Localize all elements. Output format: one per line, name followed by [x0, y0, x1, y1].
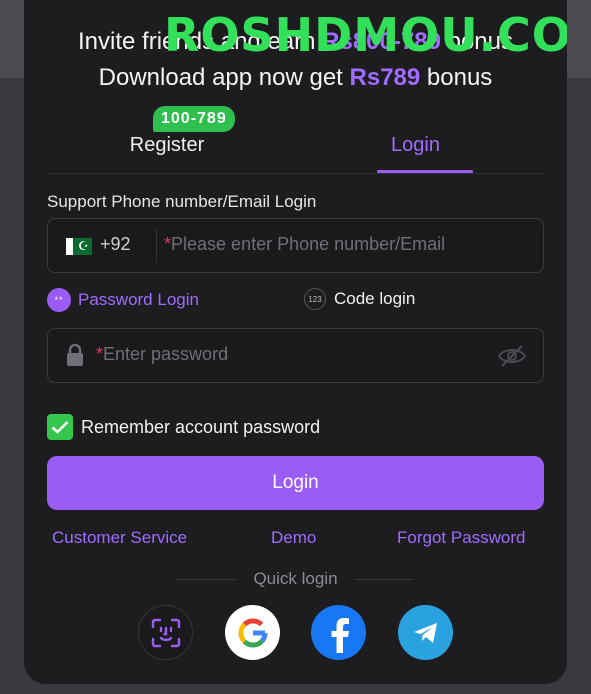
- tab-login-label: Login: [391, 133, 440, 156]
- code-mode-icon: 123: [304, 288, 326, 310]
- check-icon: [51, 421, 69, 434]
- pakistan-flag-icon: ☪: [66, 238, 92, 255]
- password-login-option[interactable]: ** Password Login: [47, 288, 199, 312]
- quick-login-divider: Quick login: [24, 569, 567, 589]
- forgot-password-link[interactable]: Forgot Password: [397, 528, 526, 548]
- tab-login[interactable]: Login: [287, 116, 544, 174]
- remember-password-row[interactable]: Remember account password: [47, 414, 320, 440]
- customer-service-link[interactable]: Customer Service: [52, 528, 187, 548]
- face-login-button[interactable]: [138, 605, 193, 660]
- remember-checkbox[interactable]: [47, 414, 73, 440]
- login-button[interactable]: Login: [47, 456, 544, 510]
- quick-login-label: Quick login: [253, 569, 338, 588]
- phone-email-field[interactable]: ☪ +92 *Please enter Phone number/Email: [47, 218, 544, 273]
- field-divider: [156, 229, 157, 263]
- support-label: Support Phone number/Email Login: [47, 192, 317, 211]
- password-login-label: Password Login: [78, 290, 199, 309]
- password-placeholder[interactable]: *Enter password: [96, 344, 228, 365]
- code-login-option[interactable]: 123 Code login: [304, 288, 415, 310]
- google-icon: [238, 617, 268, 647]
- auth-tabs: Register Login: [47, 116, 544, 174]
- password-field[interactable]: *Enter password: [47, 328, 544, 383]
- face-id-icon: [151, 618, 180, 647]
- phone-email-placeholder[interactable]: *Please enter Phone number/Email: [164, 234, 445, 255]
- telegram-icon: [413, 622, 437, 643]
- eye-off-icon[interactable]: [497, 344, 527, 368]
- demo-link[interactable]: Demo: [271, 528, 316, 548]
- google-login-button[interactable]: [225, 605, 280, 660]
- country-code[interactable]: +92: [100, 234, 131, 255]
- watermark-text: ROSHDMOU.COM: [164, 8, 567, 62]
- promo-download-text: Download app now get Rs789 bonus: [98, 64, 493, 91]
- telegram-login-button[interactable]: [398, 605, 453, 660]
- login-panel: Invite friends and earn Rs800-789 bonus …: [24, 0, 567, 684]
- facebook-login-button[interactable]: [311, 605, 366, 660]
- divider-line-right: [353, 578, 414, 580]
- active-tab-indicator: [377, 170, 473, 173]
- lock-icon: [67, 343, 83, 366]
- facebook-icon: [331, 617, 349, 653]
- code-login-label: Code login: [334, 289, 416, 308]
- remember-label: Remember account password: [81, 416, 321, 437]
- tab-register-label: Register: [129, 133, 205, 156]
- register-bonus-badge: 100-789: [153, 106, 235, 132]
- password-mode-icon: **: [47, 288, 71, 312]
- divider-line-left: [177, 578, 238, 580]
